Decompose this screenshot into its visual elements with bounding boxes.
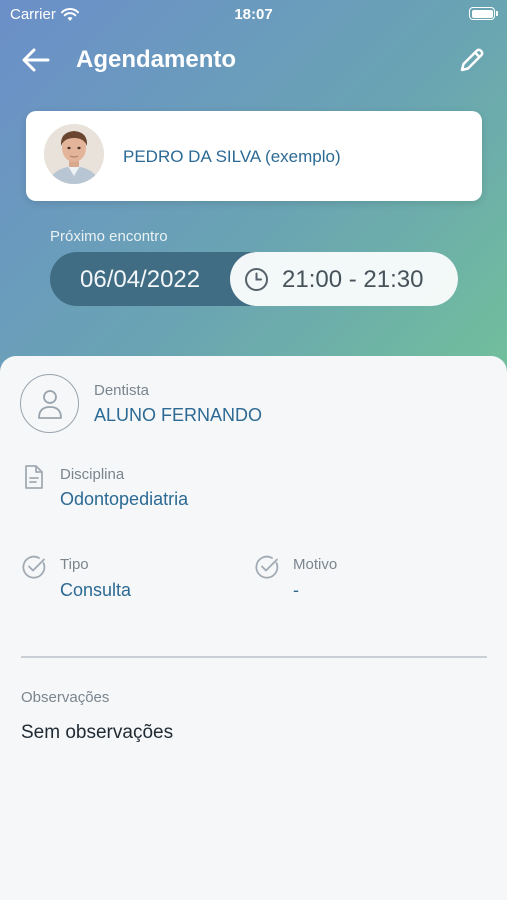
- next-appointment-label: Próximo encontro: [50, 228, 168, 245]
- observations-label: Observações: [21, 689, 110, 706]
- reason-value: -: [293, 580, 299, 600]
- dentist-label: Dentista: [94, 382, 150, 399]
- status-time: 18:07: [234, 6, 273, 23]
- reason-label: Motivo: [293, 556, 338, 573]
- check-circle-icon: [255, 555, 279, 579]
- type-label: Tipo: [60, 556, 89, 573]
- navigation-bar: Agendamento: [0, 38, 507, 82]
- appointment-date: 06/04/2022: [80, 266, 201, 293]
- type-value: Consulta: [60, 580, 132, 600]
- document-icon: [25, 465, 43, 489]
- page-title: Agendamento: [76, 46, 237, 73]
- appointment-date-pill: 06/04/2022 21:00 - 21:30: [50, 252, 458, 306]
- battery-icon: [469, 7, 498, 20]
- dentist-value: ALUNO FERNANDO: [94, 405, 263, 425]
- edit-button[interactable]: [455, 44, 489, 76]
- discipline-label: Disciplina: [60, 466, 125, 483]
- status-bar: Carrier 18:07: [0, 0, 507, 28]
- check-circle-icon: [22, 555, 46, 579]
- user-icon: [37, 389, 62, 419]
- dentist-avatar: [20, 374, 79, 433]
- patient-name: PEDRO DA SILVA (exemplo): [123, 147, 341, 166]
- details-panel: Dentista ALUNO FERNANDO Disciplina Odont…: [0, 356, 507, 900]
- appointment-time-pill: 21:00 - 21:30: [230, 252, 458, 306]
- back-arrow-icon: [22, 48, 50, 72]
- discipline-value: Odontopediatria: [60, 489, 189, 509]
- pencil-icon: [460, 48, 484, 72]
- patient-card[interactable]: PEDRO DA SILVA (exemplo): [26, 111, 482, 201]
- patient-avatar: [44, 124, 104, 184]
- clock-icon: [245, 268, 268, 291]
- back-button[interactable]: [18, 44, 54, 76]
- appointment-time: 21:00 - 21:30: [282, 266, 424, 293]
- divider: [21, 656, 487, 658]
- observations-value: Sem observações: [21, 722, 174, 743]
